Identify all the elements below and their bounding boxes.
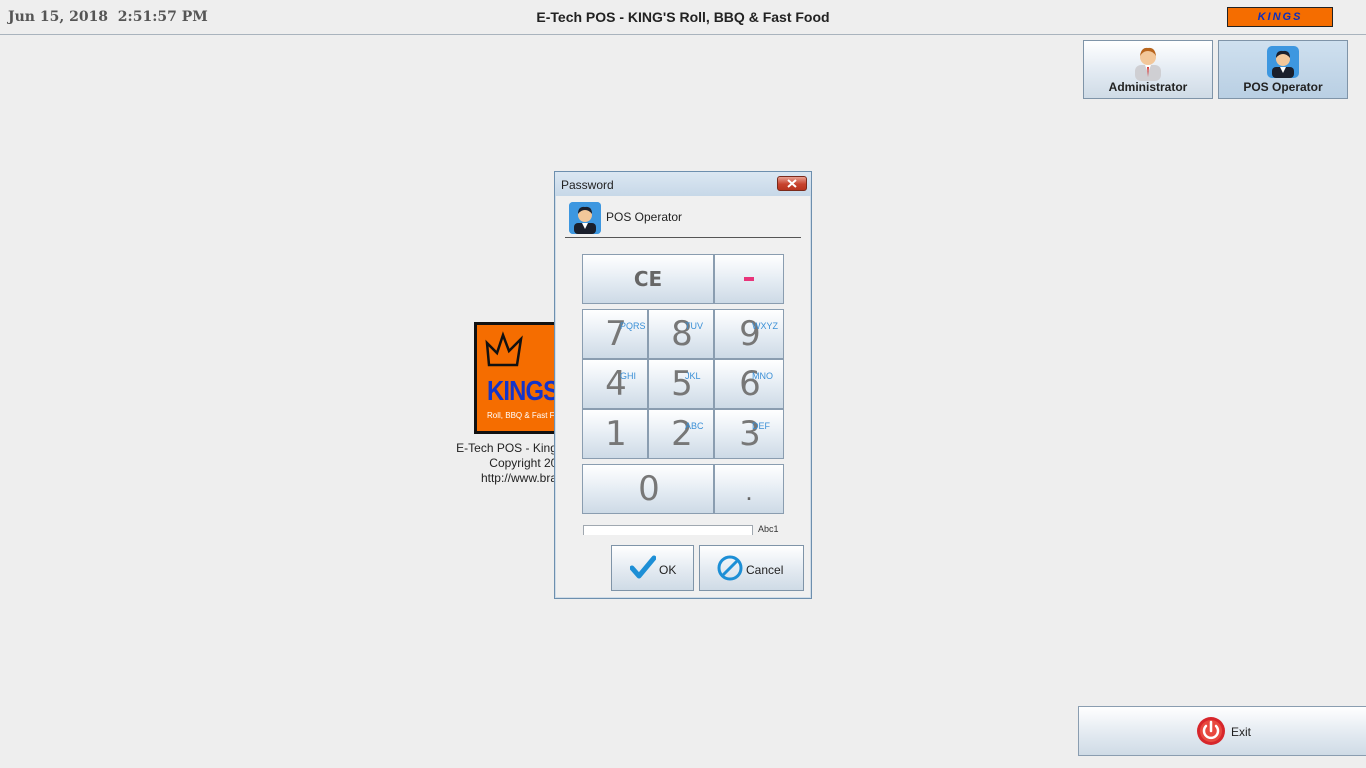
dialog-title-bar: Password bbox=[555, 172, 811, 196]
cancel-button[interactable]: Cancel bbox=[699, 545, 804, 591]
ok-label: OK bbox=[659, 563, 677, 577]
dialog-user-name: POS Operator bbox=[606, 210, 683, 224]
user-avatar-icon bbox=[569, 202, 601, 234]
crown-icon bbox=[485, 331, 523, 367]
pos-operator-icon bbox=[1267, 46, 1299, 78]
key-7[interactable]: 7 PQRS bbox=[582, 309, 648, 359]
divider bbox=[565, 237, 801, 238]
header-logo: KINGS bbox=[1227, 7, 1333, 27]
top-bar: Jun 15, 2018 2:51:57 PM E-Tech POS - KIN… bbox=[0, 0, 1366, 35]
logo-tagline: Roll, BBQ & Fast Food bbox=[487, 411, 560, 420]
cancel-icon bbox=[717, 555, 743, 581]
key-3[interactable]: 3 DEF bbox=[714, 409, 784, 459]
clear-entry-key[interactable]: CE bbox=[582, 254, 714, 304]
checkmark-icon bbox=[630, 555, 656, 579]
kings-logo: KINGS Roll, BBQ & Fast Food bbox=[474, 322, 560, 434]
cancel-label: Cancel bbox=[746, 563, 784, 577]
key-8[interactable]: 8 TUV bbox=[648, 309, 714, 359]
decimal-key[interactable]: . bbox=[714, 464, 784, 514]
pos-operator-button[interactable]: POS Operator bbox=[1218, 40, 1348, 99]
key-9[interactable]: 9 WXYZ bbox=[714, 309, 784, 359]
administrator-icon bbox=[1135, 47, 1161, 81]
key-4[interactable]: 4 GHI bbox=[582, 359, 648, 409]
exit-label: Exit bbox=[1231, 725, 1252, 739]
key-2[interactable]: 2 ABC bbox=[648, 409, 714, 459]
minus-key[interactable] bbox=[714, 254, 784, 304]
password-dialog: Password POS Operator CE 7 PQRS 8 TUV 9 WXY… bbox=[554, 171, 812, 599]
ok-button[interactable]: OK bbox=[611, 545, 694, 591]
key-1[interactable]: 1 bbox=[582, 409, 648, 459]
close-icon bbox=[787, 179, 797, 188]
key-5[interactable]: 5 JKL bbox=[648, 359, 714, 409]
key-6[interactable]: 6 MNO bbox=[714, 359, 784, 409]
minus-icon bbox=[744, 277, 754, 281]
power-icon bbox=[1197, 717, 1225, 745]
dialog-title: Password bbox=[561, 178, 614, 192]
administrator-button[interactable]: Administrator bbox=[1083, 40, 1213, 99]
password-input[interactable] bbox=[583, 525, 753, 535]
dialog-close-button[interactable] bbox=[777, 176, 807, 191]
pos-operator-label: POS Operator bbox=[1243, 80, 1323, 94]
app-title: E-Tech POS - KING'S Roll, BBQ & Fast Foo… bbox=[536, 9, 830, 25]
input-mode-label: Abc1 bbox=[758, 524, 779, 534]
exit-button[interactable]: Exit bbox=[1078, 706, 1366, 756]
administrator-label: Administrator bbox=[1108, 80, 1188, 94]
key-0[interactable]: 0 bbox=[582, 464, 714, 514]
logo-name: KINGS bbox=[487, 375, 559, 406]
